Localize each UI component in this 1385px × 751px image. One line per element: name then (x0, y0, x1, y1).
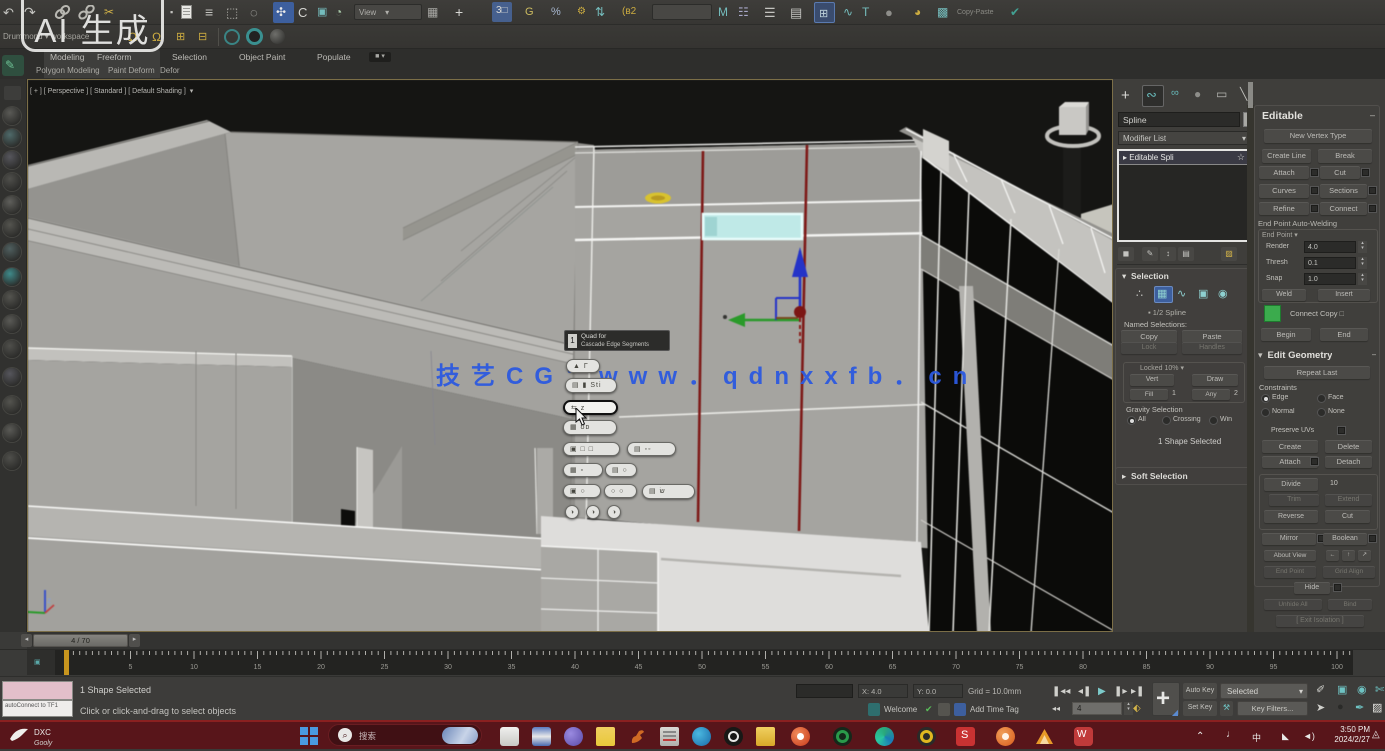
svg-text:15: 15 (254, 664, 262, 671)
svg-text:45: 45 (635, 664, 643, 671)
svg-text:50: 50 (698, 664, 706, 671)
svg-text:40: 40 (571, 664, 579, 671)
svg-text:Gooly: Gooly (34, 740, 53, 747)
svg-text:75: 75 (1016, 664, 1024, 671)
svg-text:60: 60 (825, 664, 833, 671)
svg-text:90: 90 (1206, 664, 1214, 671)
svg-text:DXC: DXC (34, 728, 51, 737)
svg-text:35: 35 (508, 664, 516, 671)
svg-text:55: 55 (762, 664, 770, 671)
svg-text:25: 25 (381, 664, 389, 671)
svg-text:10: 10 (190, 664, 198, 671)
svg-text:30: 30 (444, 664, 452, 671)
svg-text:65: 65 (889, 664, 897, 671)
svg-text:95: 95 (1270, 664, 1278, 671)
svg-text:85: 85 (1143, 664, 1151, 671)
svg-text:5: 5 (129, 664, 133, 671)
svg-text:20: 20 (317, 664, 325, 671)
svg-text:70: 70 (952, 664, 960, 671)
svg-text:100: 100 (1331, 664, 1343, 671)
svg-text:80: 80 (1079, 664, 1087, 671)
svg-text:z: z (47, 596, 51, 605)
